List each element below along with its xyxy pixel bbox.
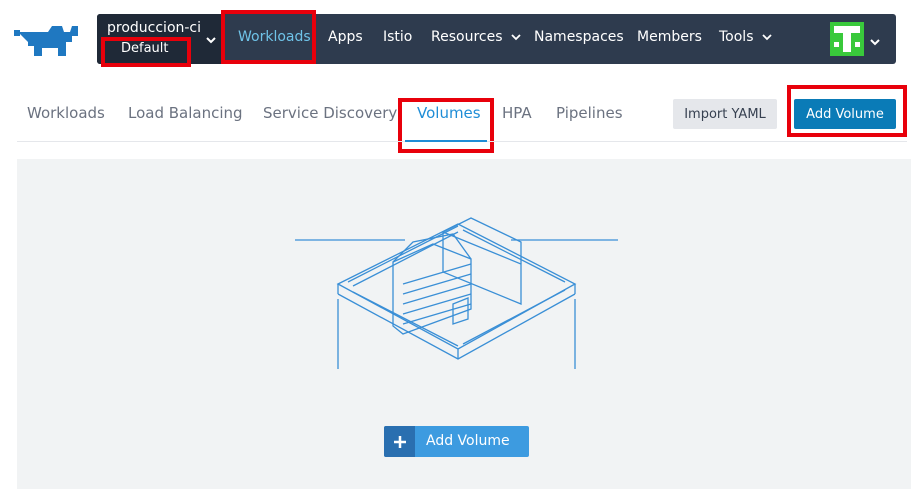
nav-label: Resources xyxy=(431,29,503,45)
import-yaml-button[interactable]: Import YAML xyxy=(673,99,777,129)
nav-apps[interactable]: Apps xyxy=(328,29,363,45)
nav-tools[interactable]: Tools xyxy=(719,29,772,45)
nav-resources[interactable]: Resources xyxy=(431,29,521,45)
tab-load-balancing[interactable]: Load Balancing xyxy=(128,104,243,122)
nav-istio[interactable]: Istio xyxy=(383,29,412,45)
nav-members[interactable]: Members xyxy=(637,29,702,45)
tab-workloads[interactable]: Workloads xyxy=(27,104,105,122)
cluster-name: produccion-ci xyxy=(107,20,202,36)
nav-namespaces[interactable]: Namespaces xyxy=(534,29,624,45)
chevron-down-icon[interactable] xyxy=(869,32,881,51)
tab-service-discovery[interactable]: Service Discovery xyxy=(263,104,397,122)
tab-pipelines[interactable]: Pipelines xyxy=(556,104,623,122)
rancher-logo-icon[interactable] xyxy=(14,22,84,56)
tab-volumes[interactable]: Volumes xyxy=(417,104,481,122)
plus-icon xyxy=(384,426,415,457)
chevron-down-icon xyxy=(205,30,217,49)
user-avatar[interactable] xyxy=(830,22,864,56)
chevron-down-icon xyxy=(511,29,521,45)
highlight-workloads-nav xyxy=(221,10,316,64)
tab-hpa[interactable]: HPA xyxy=(502,104,532,122)
add-volume-button[interactable]: Add Volume xyxy=(794,99,896,129)
nav-label: Members xyxy=(637,29,702,45)
highlight-project xyxy=(101,37,191,67)
chevron-down-icon xyxy=(762,29,772,45)
top-navigation-bar: produccion-ci Default Workloads Apps Ist… xyxy=(97,14,896,64)
add-volume-main-label: Add Volume xyxy=(426,433,510,449)
barn-illustration xyxy=(293,204,623,374)
nav-label: Namespaces xyxy=(534,29,624,45)
add-volume-main-button[interactable]: Add Volume xyxy=(384,426,529,457)
nav-label: Apps xyxy=(328,29,363,45)
nav-label: Tools xyxy=(719,29,754,45)
active-tab-indicator xyxy=(405,140,487,142)
empty-state-panel: Add Volume xyxy=(17,159,911,489)
nav-label: Istio xyxy=(383,29,413,45)
